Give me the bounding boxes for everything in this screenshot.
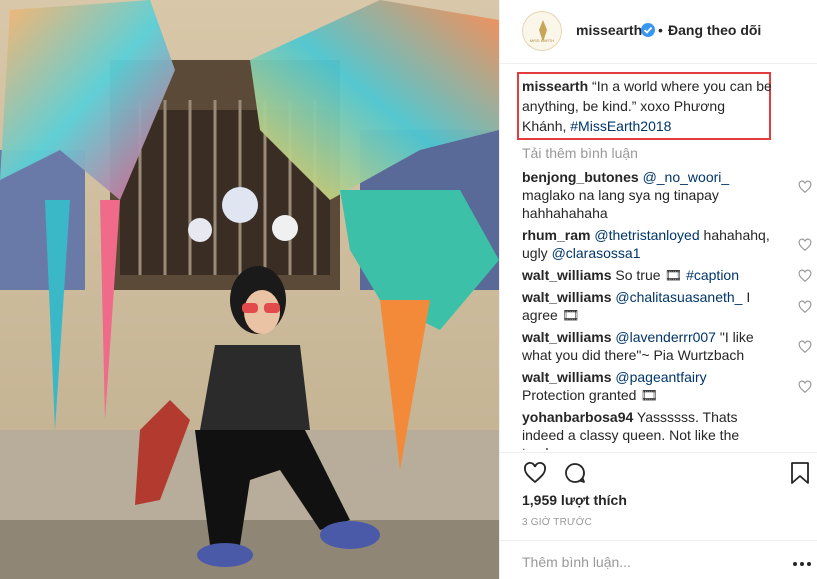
comment-item: walt_williams @lavenderrr007 "I like wha… — [522, 328, 812, 364]
comment-item: yohanbarbosa94 Yassssss. Thats indeed a … — [522, 408, 772, 450]
comment-mention[interactable]: @pageantfairy — [615, 369, 706, 385]
comment-item: benjong_butones @_no_woori_ maglako na l… — [522, 168, 812, 222]
comment-mention[interactable]: @_no_woori_ — [643, 169, 730, 185]
miss-earth-logo-icon — [539, 20, 547, 42]
bookmark-icon[interactable] — [789, 461, 811, 485]
comment-username[interactable]: walt_williams — [522, 267, 611, 283]
heart-icon[interactable] — [522, 461, 548, 485]
comment-icon[interactable] — [562, 461, 588, 485]
comment-username[interactable]: benjong_butones — [522, 169, 639, 185]
comment-username[interactable]: walt_williams — [522, 329, 611, 345]
more-options-icon[interactable] — [792, 561, 812, 567]
comment-item: walt_williams @pageantfairy Protection g… — [522, 368, 812, 404]
verified-badge-icon — [641, 23, 655, 37]
comment-username[interactable]: walt_williams — [522, 289, 611, 305]
comment-username[interactable]: walt_williams — [522, 369, 611, 385]
comment-text: Protection granted 🎞 — [522, 387, 659, 403]
header-username[interactable]: missearth — [576, 22, 642, 38]
comment-like-heart-icon[interactable] — [798, 340, 812, 354]
comment-item: walt_williams So true 🎞 #caption — [522, 266, 812, 284]
comment-like-heart-icon[interactable] — [798, 300, 812, 314]
comment-mention[interactable]: @lavenderrr007 — [615, 329, 716, 345]
comment-mention[interactable]: @thetristanloyed — [594, 227, 699, 243]
comment-mention[interactable]: @clarasossa1 — [552, 245, 641, 261]
comment-like-heart-icon[interactable] — [798, 238, 812, 252]
comment-hashtag[interactable]: #caption — [686, 267, 739, 283]
comment-like-heart-icon[interactable] — [798, 269, 812, 283]
caption-hashtag[interactable]: #MissEarth2018 — [570, 118, 671, 134]
post-photo[interactable] — [0, 0, 499, 579]
post-caption: missearth “In a world where you can be a… — [522, 76, 772, 136]
comment-username[interactable]: yohanbarbosa94 — [522, 409, 633, 425]
like-count[interactable]: 1,959 lượt thích — [522, 492, 627, 508]
comment-text: So true 🎞 — [615, 267, 687, 283]
comment-mention[interactable]: @chalitasuasaneth_ — [615, 289, 742, 305]
comment-like-heart-icon[interactable] — [798, 380, 812, 394]
following-button[interactable]: Đang theo dõi — [668, 22, 761, 38]
post-header: MISS EARTH missearth • Đang theo dõi — [500, 0, 817, 64]
comment-list[interactable]: benjong_butones @_no_woori_ maglako na l… — [522, 168, 812, 450]
comment-like-heart-icon[interactable] — [798, 180, 812, 194]
caption-username[interactable]: missearth — [522, 78, 588, 94]
comment-username[interactable]: rhum_ram — [522, 227, 590, 243]
comment-item: walt_williams @chalitasuasaneth_ I agree… — [522, 288, 812, 324]
load-more-comments-button[interactable]: Tải thêm bình luận — [522, 145, 638, 161]
avatar-text: MISS EARTH — [529, 38, 555, 43]
add-comment-bar — [500, 540, 817, 579]
post-actions-bar — [500, 452, 817, 492]
comment-item: rhum_ram @thetristanloyed hahahahq, ugly… — [522, 226, 812, 262]
add-comment-input[interactable] — [522, 554, 762, 570]
avatar[interactable]: MISS EARTH — [522, 11, 562, 51]
post-timestamp[interactable]: 3 GIỜ TRƯỚC — [522, 517, 592, 528]
comment-text: maglako na lang sya ng tinapay hahhahaha… — [522, 187, 719, 221]
post-side-panel: MISS EARTH missearth • Đang theo dõi mis… — [499, 0, 817, 579]
header-separator: • — [658, 22, 663, 38]
